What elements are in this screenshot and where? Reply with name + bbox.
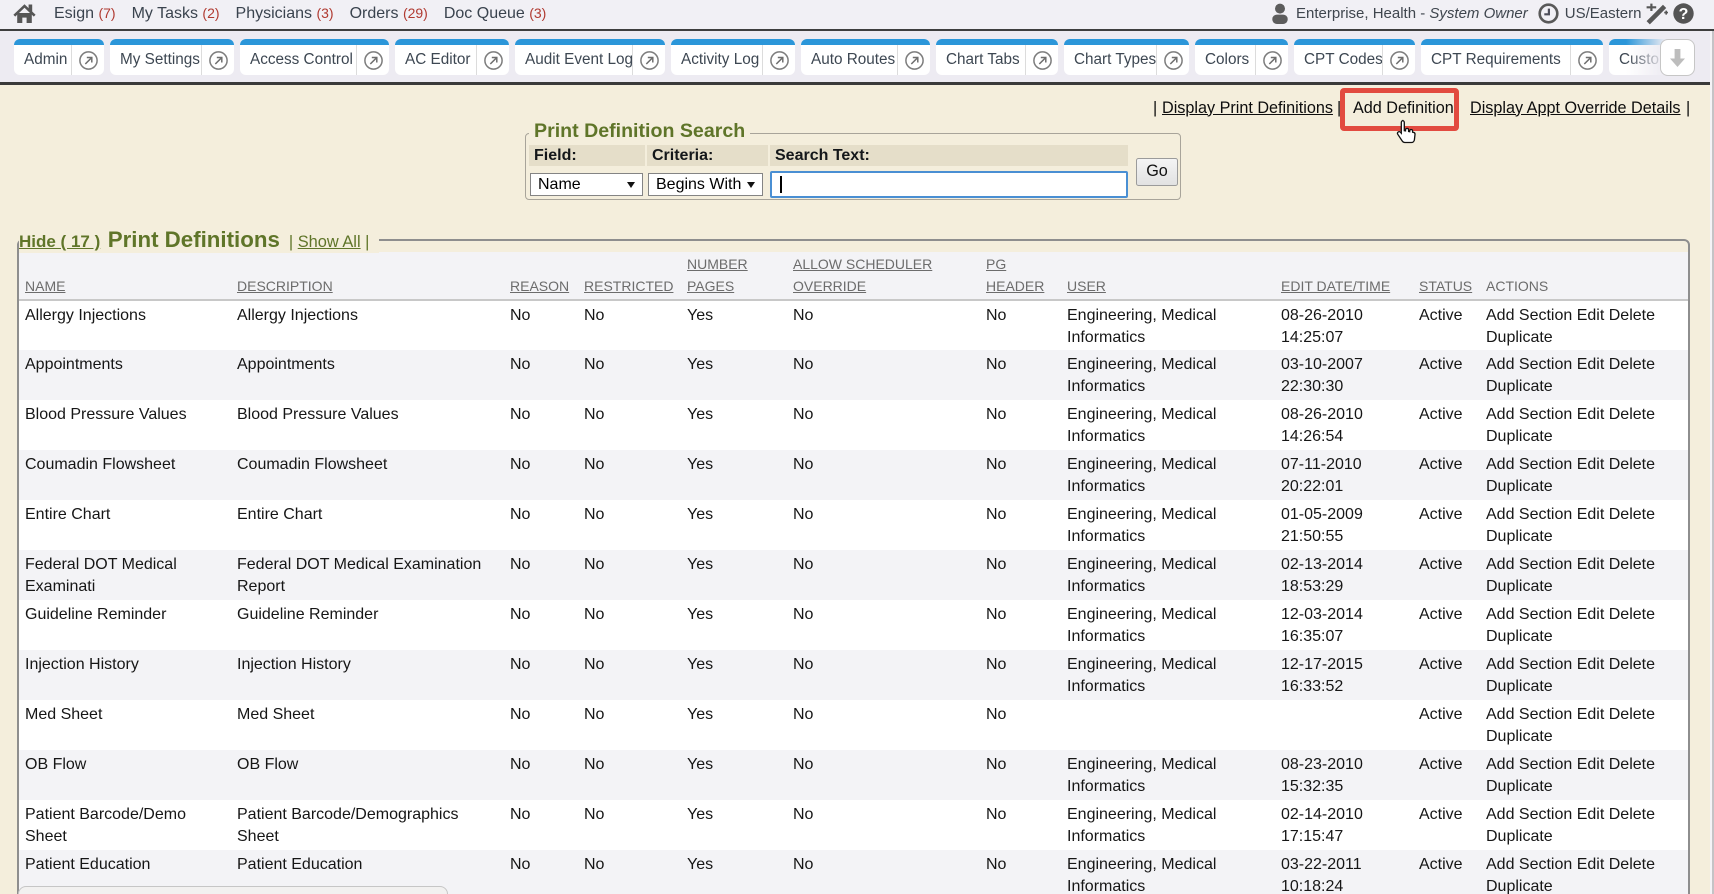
- svg-text:?: ?: [1679, 6, 1689, 23]
